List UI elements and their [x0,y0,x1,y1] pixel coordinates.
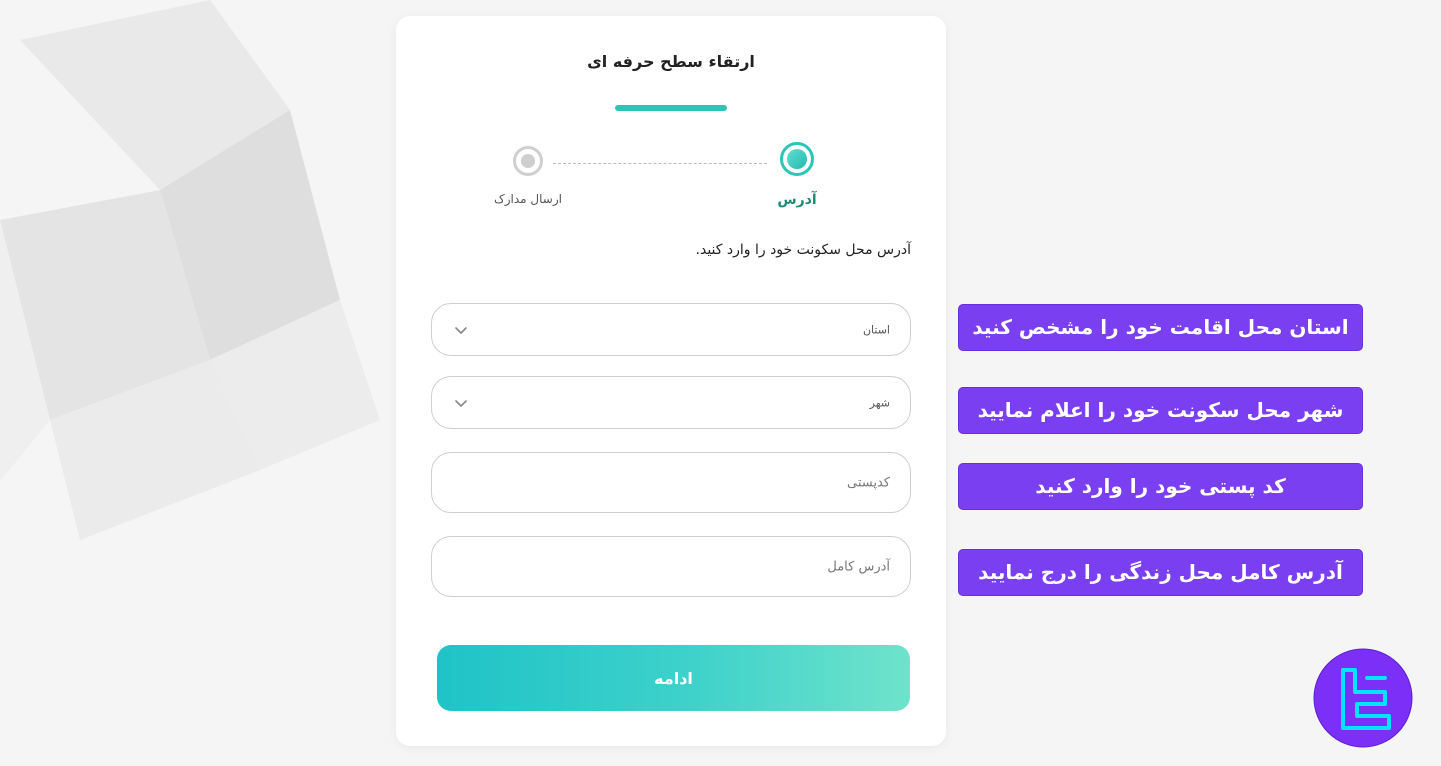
tip-postal-code: کد پستی خود را وارد کنید [958,463,1363,510]
card-title: ارتقاء سطح حرفه ای [587,52,755,71]
province-select[interactable]: استان [431,303,911,356]
step-documents-indicator [513,146,543,176]
chevron-down-icon [455,399,467,407]
page: ارتقاء سطح حرفه ای آدرس ارسال مدارک آدرس… [0,0,1441,766]
upgrade-card: ارتقاء سطح حرفه ای آدرس ارسال مدارک آدرس… [396,16,946,746]
step-address-indicator [780,142,814,176]
province-select-placeholder: استان [862,323,890,336]
tip-province: استان محل اقامت خود را مشخص کنید [958,304,1363,351]
tip-city: شهر محل سکونت خود را اعلام نمایید [958,387,1363,434]
full-address-placeholder: آدرس کامل [827,559,890,574]
stepper-connector [553,163,767,164]
continue-button[interactable]: ادامه [437,645,910,711]
background-decoration [0,0,380,540]
step-address-label: آدرس [777,192,817,208]
full-address-input[interactable]: آدرس کامل [431,536,911,597]
postal-code-input[interactable]: کدپستی [431,452,911,513]
step-documents-label: ارسال مدارک [494,192,562,206]
city-select[interactable]: شهر [431,376,911,429]
form-instruction: آدرس محل سکونت خود را وارد کنید. [695,242,911,258]
tip-full-address: آدرس کامل محل زندگی را درج نمایید [958,549,1363,596]
city-select-placeholder: شهر [869,396,890,409]
brand-logo-icon [1313,648,1413,748]
title-underline [615,105,727,111]
postal-code-placeholder: کدپستی [847,475,890,490]
chevron-down-icon [455,326,467,334]
